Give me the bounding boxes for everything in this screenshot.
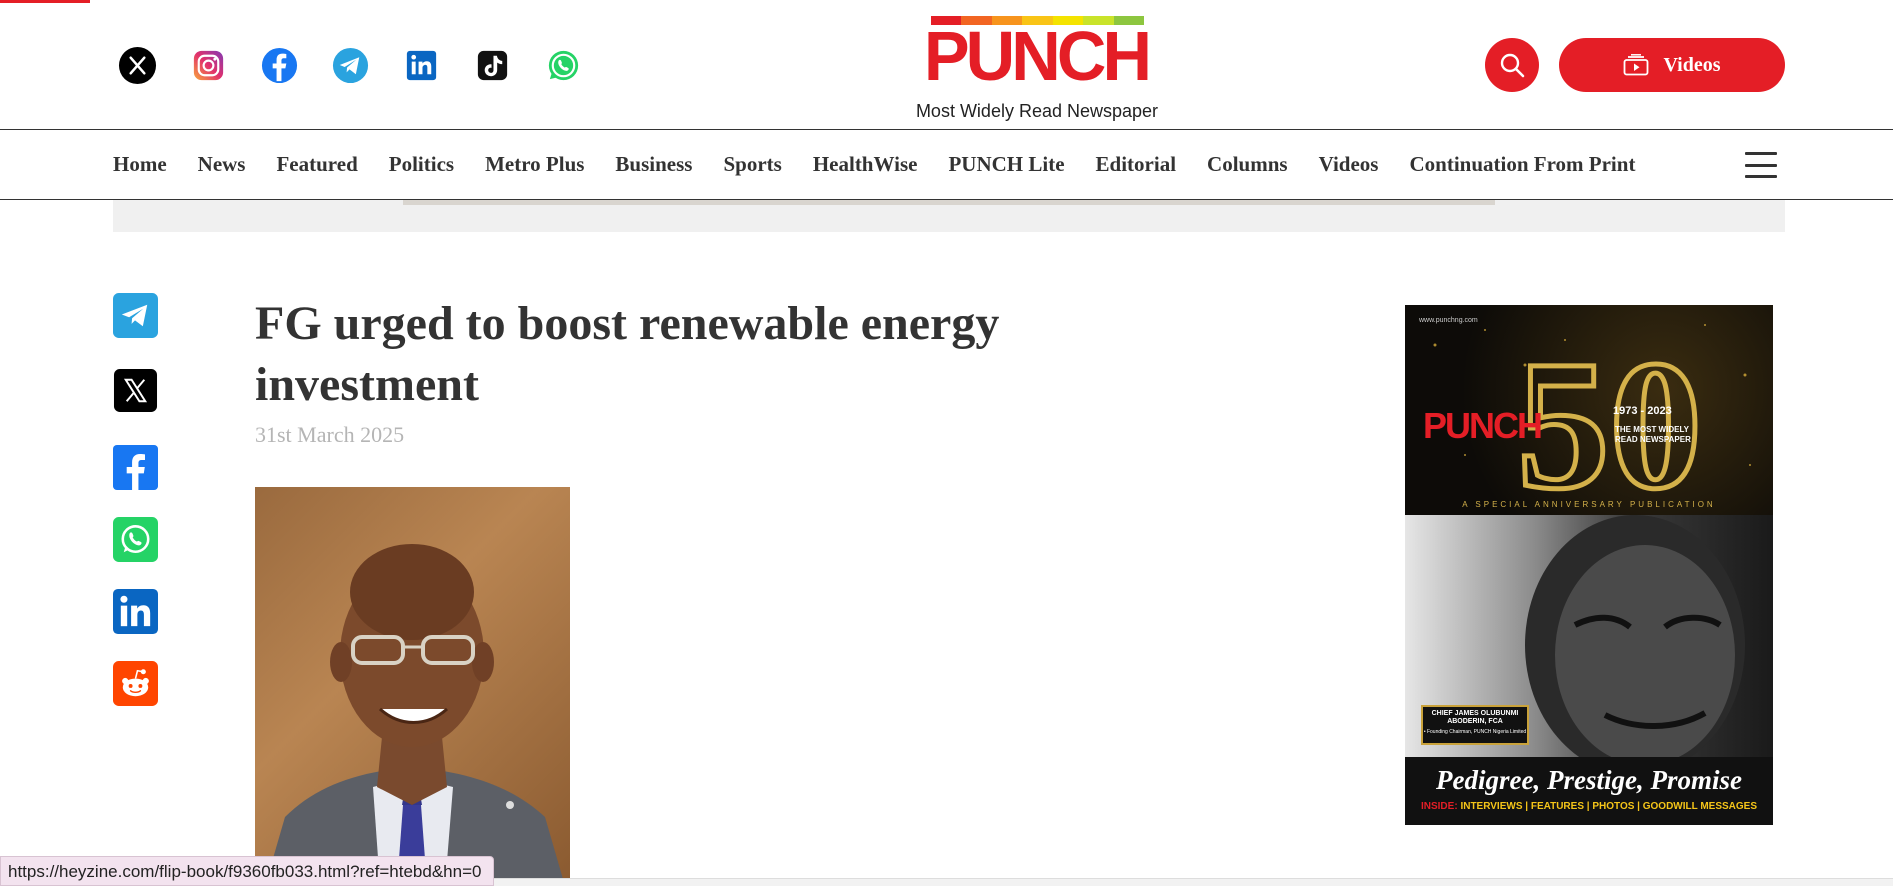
nav-item-metro-plus[interactable]: Metro Plus [485, 152, 584, 177]
videos-button-label: Videos [1663, 53, 1721, 76]
ad-inside-line: INSIDE: INTERVIEWS | FEATURES | PHOTOS |… [1405, 801, 1773, 812]
site-tagline: Most Widely Read Newspaper [915, 101, 1159, 121]
svg-text:50: 50 [1517, 323, 1702, 515]
nav-item-news[interactable]: News [198, 152, 246, 177]
article-photo [255, 487, 570, 886]
x-icon[interactable] [118, 46, 157, 85]
nav-item-sports[interactable]: Sports [723, 152, 781, 177]
nav-item-punch-lite[interactable]: PUNCH Lite [948, 152, 1064, 177]
ad-name-plate: CHIEF JAMES OLUBUNMI ABODERIN, FCA • Fou… [1421, 705, 1529, 745]
nav-item-home[interactable]: Home [113, 152, 167, 177]
nav-item-videos[interactable]: Videos [1319, 152, 1379, 177]
x-icon[interactable] [113, 368, 158, 413]
telegram-icon[interactable] [113, 293, 158, 338]
nav-item-editorial[interactable]: Editorial [1096, 152, 1177, 177]
ad-most-widely: THE MOST WIDELY READ NEWSPAPER [1615, 425, 1691, 444]
ad-punch-logo: PUNCH [1423, 405, 1543, 446]
ad-url: www.punchng.com [1419, 317, 1478, 324]
site-header: PUNCH Most Widely Read Newspaper Videos [0, 0, 1893, 129]
reddit-icon[interactable] [113, 661, 158, 706]
ad-banner-strip[interactable] [113, 200, 1785, 232]
nav-items: Home News Featured Politics Metro Plus B… [113, 130, 1666, 198]
social-links [118, 46, 583, 85]
ad-anniversary-header: 50 www.punchng.com PUNCH 1973 - 2023 THE… [1405, 305, 1773, 515]
article-date: 31st March 2025 [255, 422, 405, 447]
nav-item-politics[interactable]: Politics [389, 152, 454, 177]
nav-item-featured[interactable]: Featured [276, 152, 357, 177]
facebook-icon[interactable] [260, 46, 299, 85]
logo-wordmark: PUNCH [923, 17, 1152, 95]
whatsapp-icon[interactable] [544, 46, 583, 85]
videos-button[interactable]: Videos [1559, 38, 1785, 92]
ad-name-subtitle: • Founding Chairman, PUNCH Nigeria Limit… [1423, 729, 1527, 735]
telegram-icon[interactable] [331, 46, 370, 85]
punch-logo[interactable]: PUNCH [915, 16, 1157, 95]
ad-footer: Pedigree, Prestige, Promise INSIDE: INTE… [1405, 757, 1773, 825]
whatsapp-icon[interactable] [113, 517, 158, 562]
linkedin-icon[interactable] [113, 589, 158, 634]
ad-banner-image [403, 200, 1495, 205]
linkedin-icon[interactable] [402, 46, 441, 85]
video-play-icon [1624, 54, 1649, 76]
main-nav: Home News Featured Politics Metro Plus B… [0, 129, 1893, 200]
sidebar-anniversary-ad[interactable]: 50 www.punchng.com PUNCH 1973 - 2023 THE… [1405, 305, 1773, 825]
ad-special-publication: A SPECIAL ANNIVERSARY PUBLICATION [1462, 500, 1716, 509]
ad-inside-items: INTERVIEWS | FEATURES | PHOTOS | GOODWIL… [1460, 801, 1758, 812]
menu-icon[interactable] [1745, 152, 1777, 178]
nav-item-columns[interactable]: Columns [1207, 152, 1288, 177]
tiktok-icon[interactable] [473, 46, 512, 85]
ad-inside-label: INSIDE: [1420, 801, 1458, 812]
instagram-icon[interactable] [189, 46, 228, 85]
facebook-icon[interactable] [113, 445, 158, 490]
nav-item-business[interactable]: Business [615, 152, 692, 177]
nav-item-continuation-from-print[interactable]: Continuation From Print [1409, 152, 1635, 177]
nav-item-healthwise[interactable]: HealthWise [813, 152, 918, 177]
ad-years: 1973 - 2023 [1613, 405, 1672, 417]
search-icon [1500, 53, 1525, 78]
search-button[interactable] [1485, 38, 1539, 92]
ad-slogan: Pedigree, Prestige, Promise [1436, 765, 1742, 795]
article-title: FG urged to boost renewable energy inves… [255, 297, 1000, 411]
status-bar-url: https://heyzine.com/flip-book/f9360fb033… [0, 856, 495, 886]
ad-name-text: CHIEF JAMES OLUBUNMI ABODERIN, FCA [1431, 710, 1519, 725]
